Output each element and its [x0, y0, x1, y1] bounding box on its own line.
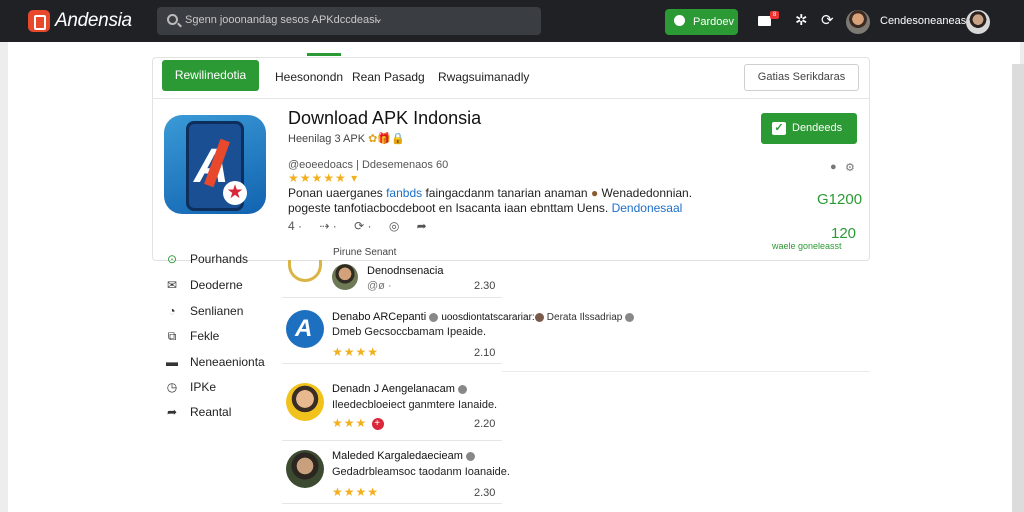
review-score: 2.30: [474, 487, 496, 499]
review-item[interactable]: Denodnsenacia @ø · 2.30: [282, 258, 502, 298]
avatar-icon: [535, 312, 544, 322]
reviewer-name: Denabo ARCepanti uoosdiontatscarariar:: [332, 311, 535, 323]
app-icon: A ★: [164, 115, 266, 214]
user-name[interactable]: Cendesoneaneas: [880, 15, 966, 27]
avatar: [332, 264, 358, 290]
reviewer-name: Denodnsenacia: [367, 265, 444, 277]
refresh-icon[interactable]: ⟳: [821, 11, 834, 29]
row-divider: [502, 371, 870, 372]
scrollbar-track[interactable]: [1012, 64, 1024, 512]
history-icon: ◷: [166, 380, 178, 394]
review-text: Ileedecbloeiect ganmtere Ianaide.: [332, 399, 498, 411]
description-link[interactable]: fanbds: [386, 186, 422, 200]
review-item[interactable]: Maleded Kargaledaecieam Gedadrbleamsoc t…: [282, 442, 510, 504]
rating-stars: ★★★ +: [332, 416, 384, 430]
verified-icon: [465, 451, 475, 461]
price-secondary: 120: [831, 225, 857, 242]
review-text: Gedadrbleamsoc taodanm Ioanaide.: [332, 466, 510, 478]
download-button[interactable]: ✓ Dendeeds: [761, 113, 857, 144]
section-label: Pirune Senant: [333, 247, 397, 258]
list-icon: ▬: [166, 355, 178, 369]
price-value: G1200: [817, 191, 863, 208]
description-line-1: Ponan uaerganes fanbds faingacdanm tanar…: [288, 186, 693, 200]
verified-icon: [458, 384, 467, 394]
review-item[interactable]: Denadn J Aengelanacam Ileedecbloeiect ga…: [282, 375, 502, 441]
reviewer-name: Denadn J Aengelanacam: [332, 383, 467, 395]
review-score: 2.30: [474, 280, 496, 292]
price-label: waele goneleasst: [772, 241, 842, 251]
info-icon[interactable]: ●: [830, 161, 837, 173]
logo-icon: [288, 260, 322, 282]
review-meta: @ø ·: [367, 280, 392, 292]
app-actions-row: 4 · ⇢ · ⟳ · ◎ ➦: [288, 219, 441, 233]
settings-icon[interactable]: ✲: [795, 11, 808, 29]
review-item[interactable]: A Denabo ARCepanti uoosdiontatscarariar:…: [282, 300, 535, 364]
active-tab-indicator: [307, 53, 341, 56]
rating-stars: ★★★★: [332, 485, 380, 499]
forward-icon[interactable]: ➦: [417, 219, 427, 233]
refresh-icon[interactable]: ⟳ ·: [354, 219, 371, 233]
review-score: 2.20: [474, 418, 496, 430]
avatar[interactable]: [846, 10, 870, 34]
circle-icon: ⊙: [166, 252, 178, 266]
mail-icon[interactable]: [758, 16, 771, 26]
search-placeholder: Sgenn jooonandag sesos APKdccdeasi.: [185, 14, 381, 26]
tab-primary[interactable]: Rewilinedotia: [162, 60, 259, 91]
avatar-icon: ●: [590, 186, 599, 200]
app-subtitle: Heenilag 3 APK ✿🎁🔒: [288, 133, 405, 145]
check-icon: ✓: [772, 122, 786, 135]
description-link[interactable]: Dendonesaal: [612, 201, 683, 215]
review-score: 2.10: [474, 347, 496, 359]
view-icon[interactable]: ◎: [389, 219, 399, 233]
secondary-action-button[interactable]: Gatias Serikdaras: [744, 64, 859, 91]
tab-2[interactable]: Rean Pasadg: [352, 70, 425, 84]
search-icon: [167, 14, 178, 25]
emoji-icons: ✿🎁🔒: [368, 133, 405, 145]
brand-name[interactable]: Andensia: [55, 10, 132, 32]
avatar: [286, 450, 324, 488]
app-meta: @eoeedoacs | Ddesemenaos 60: [288, 159, 449, 171]
header-action-button[interactable]: Pardoev: [665, 9, 738, 35]
tab-3[interactable]: Rwagsuimanadly: [438, 70, 529, 84]
share-icon: ➦: [166, 405, 178, 419]
top-navigation-bar: Andensia Sgenn jooonandag sesos APKdccde…: [0, 0, 1024, 42]
avatar: A: [286, 310, 324, 348]
avatar: [286, 383, 324, 421]
search-input[interactable]: Sgenn jooonandag sesos APKdccdeasi. ⌄: [157, 7, 541, 35]
clock-icon: ◔: [168, 304, 176, 318]
settings-icon[interactable]: ⚙: [845, 161, 855, 174]
reviewer-extra: Derata Ilssadriap: [535, 312, 635, 323]
page-title: Download APK Indonsia: [288, 108, 482, 128]
review-text: Dmeb Gecsoccbamam Ipeaide.: [332, 326, 487, 338]
rating-stars[interactable]: ★★★★★ ▾: [288, 171, 358, 185]
plus-icon[interactable]: +: [371, 417, 384, 430]
brand-logo-icon[interactable]: [28, 10, 50, 32]
verified-icon: [625, 312, 635, 322]
verified-icon: [429, 312, 439, 322]
star-badge-icon: ★: [223, 181, 247, 205]
notification-badge: 8: [770, 11, 779, 19]
description-line-2: pogeste tanfotiacbocdeboot en Isacanta i…: [288, 201, 683, 215]
like-icon[interactable]: 4 ·: [288, 219, 302, 233]
search-icon: [674, 15, 685, 26]
tab-1[interactable]: Heesonondn: [275, 70, 343, 84]
share-icon[interactable]: ⇢ ·: [319, 219, 336, 233]
copy-icon: ⧉: [167, 329, 177, 343]
tab-divider: [152, 98, 870, 99]
profile-avatar[interactable]: [966, 10, 990, 34]
reviewer-name: Maleded Kargaledaecieam: [332, 450, 475, 462]
rating-stars: ★★★★: [332, 345, 380, 359]
chevron-down-icon[interactable]: ⌄: [374, 12, 383, 25]
mail-icon: ✉: [166, 278, 178, 292]
